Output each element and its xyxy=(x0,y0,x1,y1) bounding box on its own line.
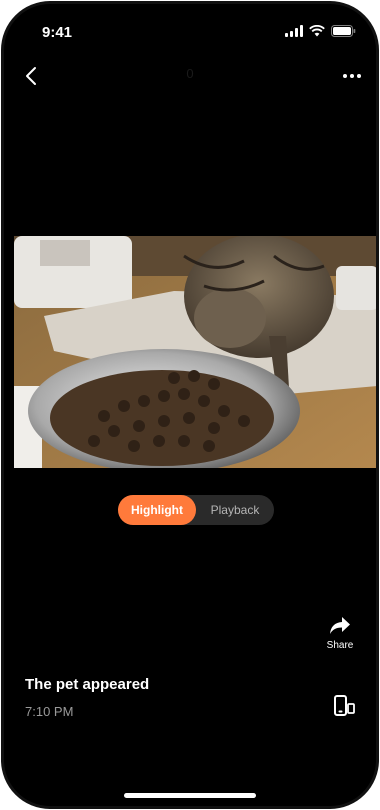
share-arrow-icon xyxy=(330,617,350,634)
nav-bar: 0 xyxy=(4,56,376,96)
more-options-button[interactable] xyxy=(340,64,364,88)
cellular-signal-icon xyxy=(285,25,303,37)
phone-device-icon xyxy=(334,695,355,716)
event-time: 7:10 PM xyxy=(25,704,74,719)
more-dot-icon xyxy=(343,74,347,78)
video-player[interactable] xyxy=(14,236,376,468)
page-title: 0 xyxy=(186,66,194,81)
share-label: Share xyxy=(326,640,354,651)
tab-highlight[interactable]: Highlight xyxy=(118,495,196,525)
event-title: The pet appeared xyxy=(25,676,150,693)
video-frame xyxy=(14,236,376,468)
status-time: 9:41 xyxy=(42,24,73,41)
status-icons xyxy=(285,25,356,37)
tab-playback[interactable]: Playback xyxy=(196,495,274,525)
view-mode-toggle: Highlight Playback xyxy=(118,495,274,525)
battery-icon xyxy=(331,25,356,37)
more-dot-icon xyxy=(357,74,361,78)
status-bar: 9:41 xyxy=(4,4,376,48)
more-dot-icon xyxy=(350,74,354,78)
phone-screen: 9:41 0 Highlight Playback Share The pet … xyxy=(4,4,376,806)
share-button[interactable]: Share xyxy=(324,616,356,651)
home-indicator[interactable] xyxy=(124,793,256,798)
wifi-icon xyxy=(309,25,325,37)
device-switch-button[interactable] xyxy=(332,694,356,718)
